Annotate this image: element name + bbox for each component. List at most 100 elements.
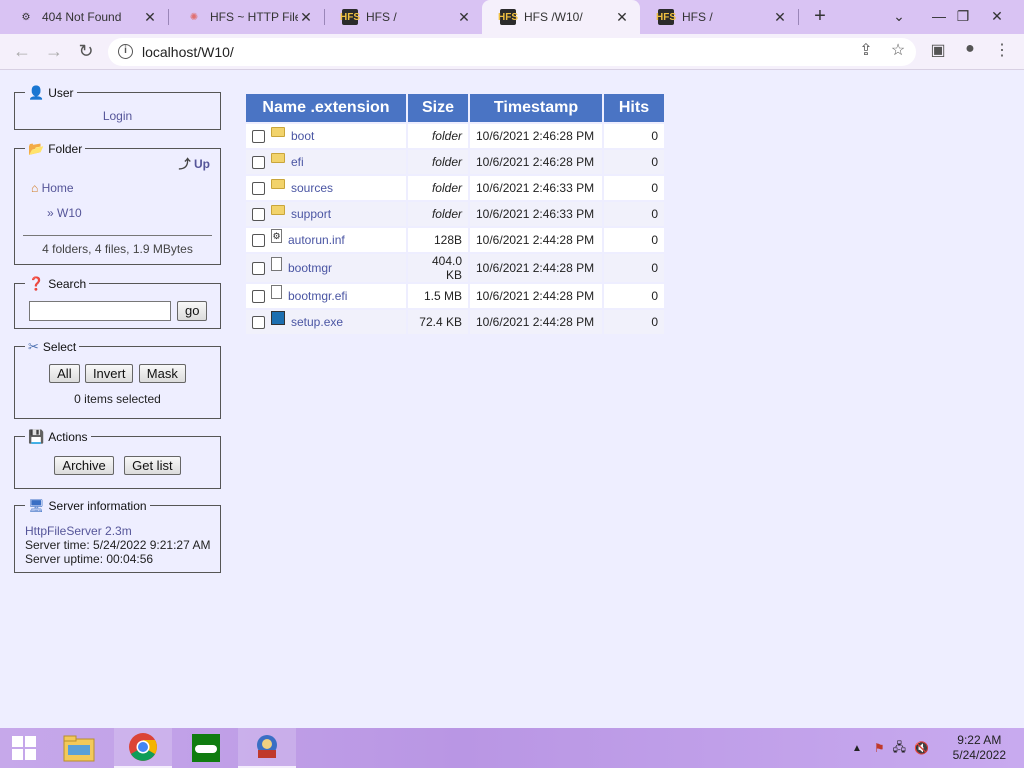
share-icon[interactable]: ⇪ (856, 40, 876, 60)
show-hidden-icons-chevron-icon[interactable]: ▲ (852, 743, 862, 754)
volume-muted-icon[interactable]: 🔇 (914, 741, 929, 755)
close-window-button[interactable]: ✕ (980, 0, 1014, 34)
back-button[interactable]: ← (10, 40, 34, 64)
folder-summary: 4 folders, 4 files, 1.9 MBytes (42, 242, 193, 256)
server-version-link[interactable]: HttpFileServer 2.3m (25, 524, 220, 538)
file-timestamp: 10/6/2021 2:44:28 PM (468, 282, 604, 310)
file-size: 404.0 KB (406, 252, 470, 284)
hfs-app-icon (257, 735, 277, 758)
tab-title: HFS / (366, 10, 397, 24)
file-timestamp: 10/6/2021 2:46:28 PM (468, 122, 604, 150)
tab-404[interactable]: ⚙ 404 Not Found ✕ (0, 0, 168, 34)
row-checkbox[interactable] (252, 130, 265, 144)
file-name-link[interactable]: setup.exe (291, 315, 343, 329)
up-link[interactable]: ⤴ Up (179, 155, 210, 172)
file-name-link[interactable]: efi (291, 155, 304, 169)
close-icon[interactable]: ✕ (456, 9, 472, 25)
hfs-icon: HFS (498, 9, 518, 25)
file-name-link[interactable]: boot (291, 129, 314, 143)
current-folder-link[interactable]: » W10 (47, 206, 82, 220)
row-checkbox[interactable] (252, 290, 265, 304)
file-icon (271, 284, 282, 299)
reload-button[interactable]: ↻ (74, 40, 98, 64)
server-uptime: Server uptime: 00:04:56 (25, 552, 154, 566)
column-header-name[interactable]: Name .extension (244, 92, 408, 124)
up-label: Up (194, 157, 210, 171)
start-button[interactable] (0, 728, 48, 768)
close-icon[interactable]: ✕ (614, 9, 630, 25)
file-timestamp: 10/6/2021 2:44:28 PM (468, 308, 604, 336)
info-icon[interactable]: i (118, 44, 133, 59)
tab-search-chevron-icon[interactable]: ⌄ (882, 0, 916, 34)
table-row[interactable]: sources folder 10/6/2021 2:46:33 PM 0 (244, 174, 666, 202)
address-bar[interactable]: i localhost/W10/ (108, 38, 916, 66)
tab-hfs-w10[interactable]: HFS HFS /W10/ ✕ (482, 0, 640, 34)
restore-button[interactable]: ❐ (946, 0, 980, 34)
action-center-flag-icon[interactable]: ⚑ (874, 741, 885, 755)
panel-title: Actions (48, 430, 88, 444)
file-hits: 0 (602, 282, 666, 310)
archive-button[interactable]: Archive (54, 456, 114, 475)
table-row[interactable]: ⚙ autorun.inf 128B 10/6/2021 2:44:28 PM 0 (244, 226, 666, 254)
close-icon[interactable]: ✕ (772, 9, 788, 25)
user-icon: 👤 (28, 85, 45, 100)
close-icon[interactable]: ✕ (298, 9, 314, 25)
file-name-link[interactable]: bootmgr (288, 261, 332, 275)
table-row[interactable]: bootmgr.efi 1.5 MB 10/6/2021 2:44:28 PM … (244, 282, 666, 310)
chrome-icon (129, 733, 157, 761)
panel-title: Folder (48, 142, 83, 156)
tab-hfs-root[interactable]: HFS HFS / ✕ (324, 0, 482, 34)
tab-hfs-root-2[interactable]: HFS HFS / ✕ (640, 0, 798, 34)
forward-button[interactable]: → (42, 40, 66, 64)
go-button[interactable]: go (177, 301, 208, 321)
folder-icon (271, 204, 285, 215)
file-size: 72.4 KB (406, 308, 470, 336)
invert-button[interactable]: Invert (84, 364, 134, 383)
row-checkbox[interactable] (252, 156, 265, 170)
taskbar-xbox[interactable] (178, 728, 234, 768)
taskbar-chrome[interactable] (114, 728, 172, 768)
select-all-button[interactable]: All (49, 364, 80, 383)
table-row[interactable]: setup.exe 72.4 KB 10/6/2021 2:44:28 PM 0 (244, 308, 666, 336)
table-row[interactable]: boot folder 10/6/2021 2:46:28 PM 0 (244, 122, 666, 150)
file-name-link[interactable]: bootmgr.efi (288, 289, 347, 303)
row-checkbox[interactable] (252, 262, 265, 276)
file-name-link[interactable]: sources (291, 181, 333, 195)
column-header-size[interactable]: Size (406, 92, 470, 124)
file-hits: 0 (602, 308, 666, 336)
row-checkbox[interactable] (252, 234, 265, 248)
tab-hfs-home[interactable]: ✺ HFS ~ HTTP File S ✕ (168, 0, 324, 34)
table-row[interactable]: efi folder 10/6/2021 2:46:28 PM 0 (244, 148, 666, 176)
executable-icon (271, 310, 285, 325)
menu-icon[interactable]: ⋮ (992, 40, 1012, 60)
file-name-link[interactable]: autorun.inf (288, 233, 345, 247)
table-row[interactable]: bootmgr 404.0 KB 10/6/2021 2:44:28 PM 0 (244, 252, 666, 284)
new-tab-button[interactable]: + (808, 6, 832, 28)
file-hits: 0 (602, 252, 666, 284)
hfs-icon: HFS (656, 9, 676, 25)
user-panel: 👤 User Login (14, 85, 221, 130)
search-input[interactable] (29, 301, 171, 321)
network-icon[interactable]: 🖧 (893, 738, 906, 759)
taskbar-clock[interactable]: 9:22 AM 5/24/2022 (953, 733, 1006, 763)
table-row[interactable]: support folder 10/6/2021 2:46:33 PM 0 (244, 200, 666, 228)
home-link[interactable]: ⌂ Home (31, 181, 74, 195)
file-name-link[interactable]: support (291, 207, 331, 221)
file-timestamp: 10/6/2021 2:44:28 PM (468, 226, 604, 254)
bookmark-star-icon[interactable]: ☆ (888, 40, 908, 60)
column-header-timestamp[interactable]: Timestamp (468, 92, 604, 124)
row-checkbox[interactable] (252, 316, 265, 330)
close-icon[interactable]: ✕ (142, 9, 158, 25)
row-checkbox[interactable] (252, 182, 265, 196)
taskbar-file-explorer[interactable] (54, 728, 104, 768)
side-panel-icon[interactable]: ▣ (928, 40, 948, 60)
profile-avatar-icon[interactable]: ● (960, 40, 980, 58)
mask-button[interactable]: Mask (138, 364, 186, 383)
column-header-hits[interactable]: Hits (602, 92, 666, 124)
help-icon: ❓ (28, 276, 45, 291)
url-text[interactable]: localhost/W10/ (142, 44, 234, 60)
row-checkbox[interactable] (252, 208, 265, 222)
login-link[interactable]: Login (103, 109, 132, 123)
get-list-button[interactable]: Get list (124, 456, 181, 475)
taskbar-hfs[interactable] (238, 728, 296, 768)
